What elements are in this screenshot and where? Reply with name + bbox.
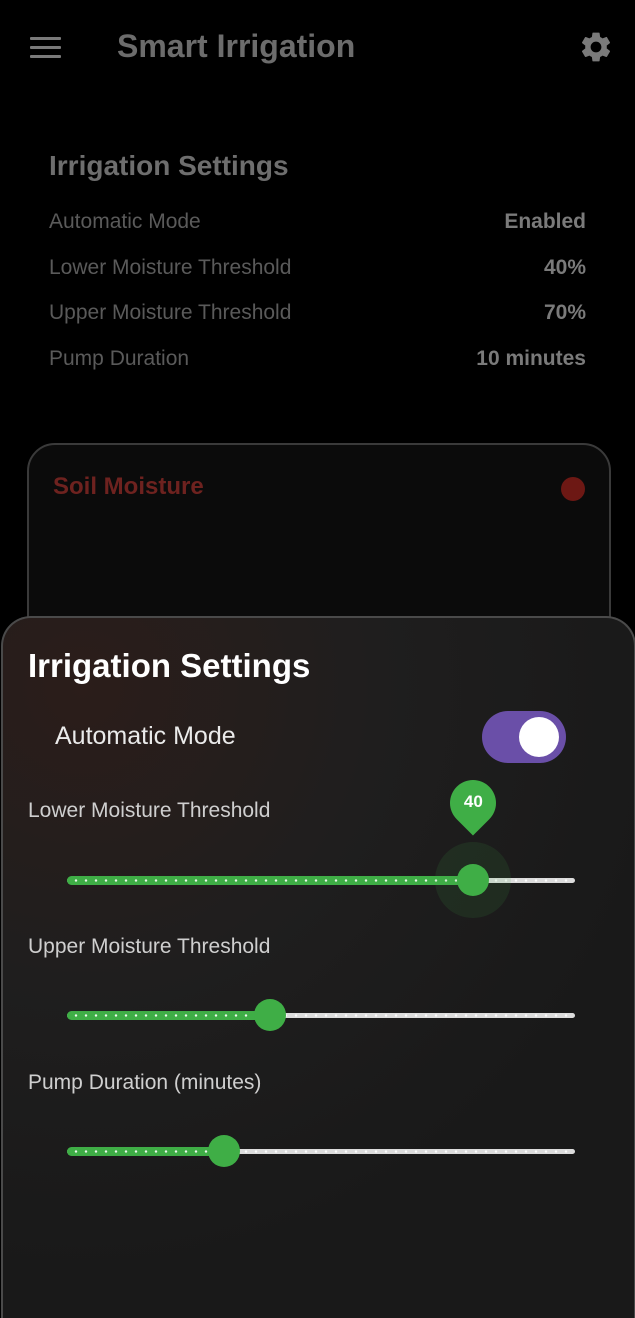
soil-moisture-title: Soil Moisture [53, 473, 204, 500]
automatic-mode-label: Automatic Mode [55, 722, 236, 750]
summary-row-lower-threshold: Lower Moisture Threshold 40% [49, 256, 586, 302]
lower-threshold-label: Lower Moisture Threshold [28, 799, 271, 822]
summary-title: Irrigation Settings [49, 150, 289, 181]
slider-ticks [71, 1014, 571, 1017]
summary-value: 40% [543, 255, 586, 279]
settings-summary: Irrigation Settings Automatic Mode Enabl… [49, 150, 586, 392]
summary-label: Lower Moisture Threshold [49, 255, 292, 279]
slider-thumb[interactable] [208, 1135, 241, 1167]
slider-thumb[interactable] [254, 999, 287, 1031]
summary-label: Pump Duration [49, 346, 190, 370]
value-indicator-text: 40 [463, 792, 483, 811]
summary-value: Enabled [504, 210, 586, 233]
hamburger-menu-icon[interactable] [30, 37, 61, 59]
gear-icon[interactable] [578, 29, 614, 65]
settings-bottom-sheet: Irrigation Settings Automatic Mode Lower… [1, 616, 635, 1318]
pump-duration-slider[interactable] [67, 1131, 575, 1171]
status-dot-icon [561, 477, 585, 501]
pump-duration-label: Pump Duration (minutes) [28, 1071, 262, 1094]
summary-label: Automatic Mode [49, 210, 201, 233]
app-title: Smart Irrigation [117, 28, 356, 64]
summary-row-upper-threshold: Upper Moisture Threshold 70% [49, 301, 586, 347]
app-bar: Smart Irrigation [0, 0, 635, 92]
upper-threshold-label: Upper Moisture Threshold [28, 935, 271, 958]
sheet-title: Irrigation Settings [28, 647, 311, 684]
summary-value: 70% [543, 301, 586, 324]
slider-ticks [71, 1150, 571, 1153]
lower-threshold-slider[interactable]: 40 [67, 770, 575, 918]
upper-threshold-slider[interactable] [67, 995, 575, 1035]
summary-value: 10 minutes [476, 346, 586, 370]
summary-label: Upper Moisture Threshold [49, 301, 292, 324]
toggle-knob [519, 717, 559, 757]
summary-row-automatic-mode: Automatic Mode Enabled [49, 210, 586, 256]
automatic-mode-toggle[interactable] [482, 711, 566, 763]
summary-row-pump-duration: Pump Duration 10 minutes [49, 347, 586, 393]
